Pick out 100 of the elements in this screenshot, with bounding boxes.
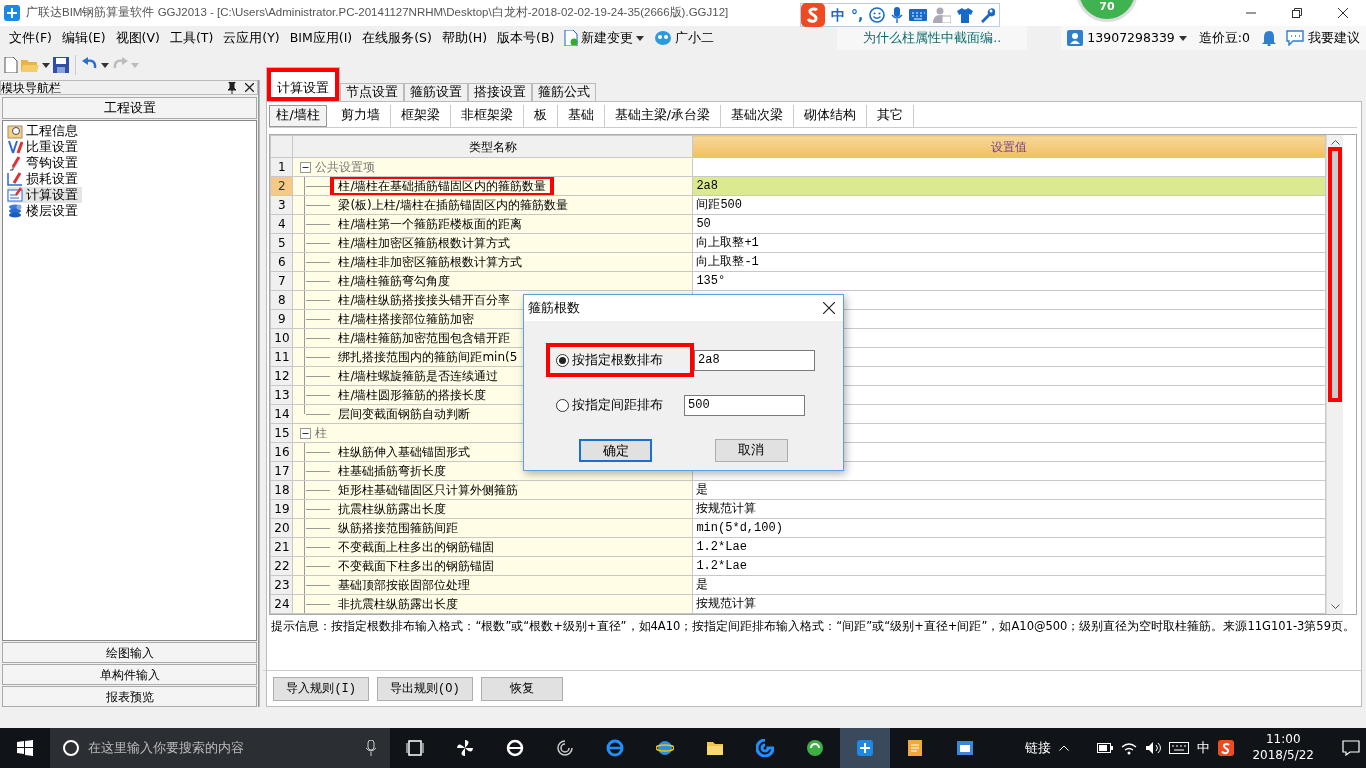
browser-icon[interactable] bbox=[606, 739, 624, 757]
radio-button[interactable] bbox=[556, 353, 569, 367]
rule-button[interactable]: 恢复 bbox=[480, 676, 563, 701]
scroll-up-icon[interactable] bbox=[1330, 139, 1340, 145]
notepad-icon[interactable] bbox=[906, 739, 924, 757]
value-field[interactable]: 2a8 bbox=[694, 349, 815, 371]
windows-logo-icon[interactable] bbox=[17, 740, 33, 756]
collapse-icon[interactable] bbox=[300, 427, 312, 439]
setting-value[interactable]: 向上取整+1 bbox=[692, 233, 1326, 253]
assistant-button[interactable]: 广小二 bbox=[649, 28, 720, 48]
nav-item[interactable]: 计算设置 bbox=[7, 187, 82, 203]
shirt-icon[interactable] bbox=[957, 7, 974, 23]
menu-item[interactable]: BIM应用(I) bbox=[284, 28, 358, 48]
setting-value[interactable]: 按规范计算 bbox=[692, 499, 1326, 519]
sub-tab[interactable]: 剪力墙 bbox=[330, 104, 391, 127]
collapse-icon[interactable] bbox=[300, 161, 312, 173]
radio-button[interactable] bbox=[556, 398, 569, 412]
tab[interactable]: 节点设置 bbox=[340, 83, 405, 101]
nav-module-button[interactable]: 绘图输入 bbox=[2, 642, 258, 663]
clock-date[interactable]: 2018/5/22 bbox=[1252, 748, 1314, 764]
clock-time[interactable]: 11:00 bbox=[1265, 732, 1301, 748]
nav-item[interactable]: 比重设置 bbox=[7, 139, 82, 155]
setting-value[interactable]: 50 bbox=[692, 214, 1326, 234]
battery-icon[interactable] bbox=[1097, 743, 1114, 753]
folder-icon[interactable] bbox=[706, 739, 724, 757]
setting-value[interactable]: min(5*d,100) bbox=[692, 518, 1326, 538]
dialog-button[interactable]: 确定 bbox=[579, 439, 653, 462]
suggest-link[interactable]: 我要建议 bbox=[1308, 28, 1360, 48]
taskbar-search-field[interactable]: 在这里输入你要搜索的内容 bbox=[50, 728, 390, 768]
rule-button[interactable]: 导入规则(I) bbox=[273, 676, 370, 701]
help-question-link[interactable]: 为什么柱属性中截面编.. bbox=[837, 26, 1028, 50]
links-toolbar[interactable]: 链接 bbox=[1025, 738, 1052, 758]
scrollbar-thumb[interactable] bbox=[1328, 147, 1343, 402]
task-view-icon[interactable] bbox=[406, 739, 424, 757]
sub-tab[interactable]: 框架梁 bbox=[390, 104, 451, 127]
nav-item[interactable]: 损耗设置 bbox=[7, 171, 82, 187]
bell-icon[interactable] bbox=[1262, 30, 1276, 46]
tab[interactable]: 箍筋公式 bbox=[532, 83, 597, 101]
chevron-up-icon[interactable] bbox=[1059, 745, 1070, 751]
nav-item[interactable]: 楼层设置 bbox=[7, 203, 82, 219]
setting-value[interactable]: 是 bbox=[692, 575, 1326, 595]
caret-icon[interactable] bbox=[42, 62, 50, 68]
value-field[interactable]: 500 bbox=[684, 394, 805, 416]
account-name[interactable]: 13907298339 bbox=[1087, 28, 1175, 48]
setting-value[interactable]: 向上取整-1 bbox=[692, 252, 1326, 272]
caret-icon[interactable] bbox=[101, 62, 109, 68]
sub-tab[interactable]: 基础主梁/承台梁 bbox=[604, 104, 721, 127]
setting-value[interactable]: 135° bbox=[692, 271, 1326, 291]
wrench-icon[interactable] bbox=[979, 7, 996, 23]
menu-item[interactable]: 在线服务(S) bbox=[357, 28, 437, 48]
setting-value[interactable]: 1.2*Lae bbox=[692, 556, 1326, 576]
ime-mode-toggle[interactable]: 中 bbox=[831, 4, 845, 26]
caret-icon[interactable] bbox=[1178, 35, 1187, 41]
sub-tab[interactable]: 基础次梁 bbox=[720, 104, 794, 127]
sub-tab[interactable]: 砌体结构 bbox=[793, 104, 867, 127]
speaker-icon[interactable] bbox=[1145, 741, 1162, 755]
section-header[interactable]: 工程设置 bbox=[2, 97, 258, 119]
crosshair-icon[interactable] bbox=[856, 739, 874, 757]
menu-item[interactable]: 云应用(Y) bbox=[218, 28, 285, 48]
menu-item[interactable]: 文件(F) bbox=[4, 28, 57, 48]
keyboard-icon[interactable] bbox=[1169, 742, 1190, 754]
window-app-icon[interactable] bbox=[956, 739, 974, 757]
punctuation-toggle[interactable]: °, bbox=[851, 4, 864, 26]
menu-item[interactable]: 帮助(H) bbox=[436, 28, 493, 48]
sub-tab[interactable]: 其它 bbox=[866, 104, 914, 127]
restore-icon[interactable] bbox=[1292, 8, 1302, 18]
new-change-menu[interactable]: 新建变更 bbox=[559, 28, 650, 48]
setting-value[interactable]: 间距500 bbox=[692, 195, 1326, 215]
save-icon[interactable] bbox=[53, 57, 69, 73]
menu-item[interactable]: 视图(V) bbox=[110, 28, 165, 48]
close-icon[interactable] bbox=[823, 302, 835, 314]
pinwheel-icon[interactable] bbox=[456, 739, 474, 757]
nav-item[interactable]: 工程信息 bbox=[7, 123, 82, 139]
user-icon[interactable] bbox=[1067, 30, 1084, 46]
sub-tab[interactable]: 柱/墙柱 bbox=[269, 104, 327, 127]
setting-value[interactable]: 是 bbox=[692, 480, 1326, 500]
swirl-icon[interactable] bbox=[556, 739, 574, 757]
scroll-down-icon[interactable] bbox=[1330, 604, 1340, 610]
microphone-icon[interactable] bbox=[891, 7, 904, 23]
tab[interactable]: 计算设置 bbox=[266, 67, 341, 101]
menu-item[interactable]: 版本号(B) bbox=[492, 28, 560, 48]
pin-icon[interactable] bbox=[227, 81, 238, 94]
globe-icon[interactable] bbox=[656, 739, 674, 757]
notification-icon[interactable] bbox=[1342, 740, 1360, 756]
nav-item[interactable]: 弯钩设置 bbox=[7, 155, 82, 171]
new-file-icon[interactable] bbox=[4, 57, 18, 73]
menu-item[interactable]: 编辑(E) bbox=[56, 28, 111, 48]
tab[interactable]: 搭接设置 bbox=[468, 83, 533, 101]
close-icon[interactable] bbox=[245, 83, 255, 92]
chat-icon[interactable] bbox=[1286, 30, 1304, 46]
close-icon[interactable] bbox=[1338, 8, 1348, 18]
nav-module-button[interactable]: 报表预览 bbox=[2, 686, 258, 707]
swirl-icon[interactable] bbox=[756, 739, 774, 757]
ime-logo-icon[interactable] bbox=[1218, 740, 1235, 756]
wifi-icon[interactable] bbox=[1121, 741, 1138, 755]
dialog-button[interactable]: 取消 bbox=[714, 439, 788, 462]
setting-value[interactable]: 1.2*Lae bbox=[692, 537, 1326, 557]
menu-item[interactable]: 工具(T) bbox=[164, 28, 219, 48]
rule-button[interactable]: 导出规则(O) bbox=[377, 676, 473, 701]
refresh-circle-icon[interactable] bbox=[806, 739, 824, 757]
